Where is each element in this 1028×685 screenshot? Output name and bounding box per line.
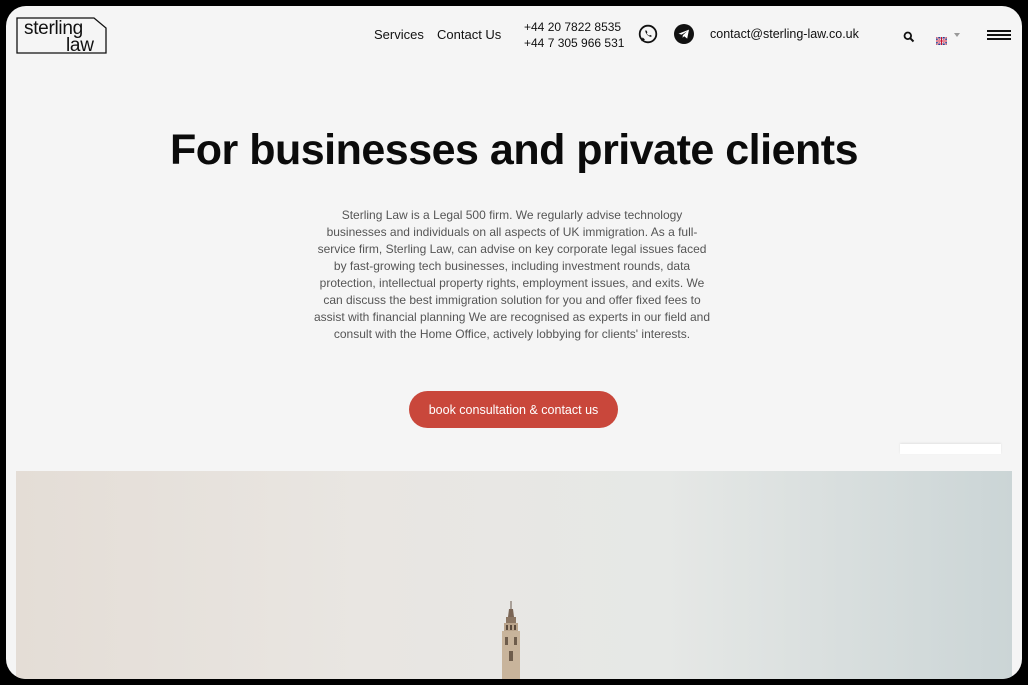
nav-contact-us[interactable]: Contact Us: [437, 27, 501, 42]
search-icon[interactable]: [903, 30, 915, 48]
church-spire-image: [502, 601, 520, 679]
hamburger-menu-icon[interactable]: [987, 30, 1011, 42]
nav-services[interactable]: Services: [374, 27, 424, 42]
book-consultation-button[interactable]: book consultation & contact us: [409, 391, 618, 428]
page: sterling law Services Contact Us +44 20 …: [6, 6, 1022, 679]
chevron-down-icon[interactable]: [954, 33, 960, 37]
phone-1[interactable]: +44 20 7822 8535: [524, 19, 624, 35]
email-link[interactable]: contact@sterling-law.co.uk: [710, 27, 859, 41]
intro-paragraph: Sterling Law is a Legal 500 firm. We reg…: [314, 208, 710, 341]
logo-text-law: law: [66, 35, 94, 56]
logo[interactable]: sterling law: [16, 17, 107, 56]
hero-image: [16, 471, 1012, 679]
device-frame: sterling law Services Contact Us +44 20 …: [0, 0, 1028, 685]
phone-2[interactable]: +44 7 305 966 531: [524, 35, 624, 51]
page-title: For businesses and private clients: [170, 126, 858, 174]
telegram-icon[interactable]: [674, 24, 694, 44]
phone-numbers: +44 20 7822 8535 +44 7 305 966 531: [524, 19, 624, 51]
floating-tab: [900, 444, 1001, 454]
whatsapp-icon[interactable]: [638, 24, 658, 44]
uk-flag-icon[interactable]: [935, 32, 948, 46]
